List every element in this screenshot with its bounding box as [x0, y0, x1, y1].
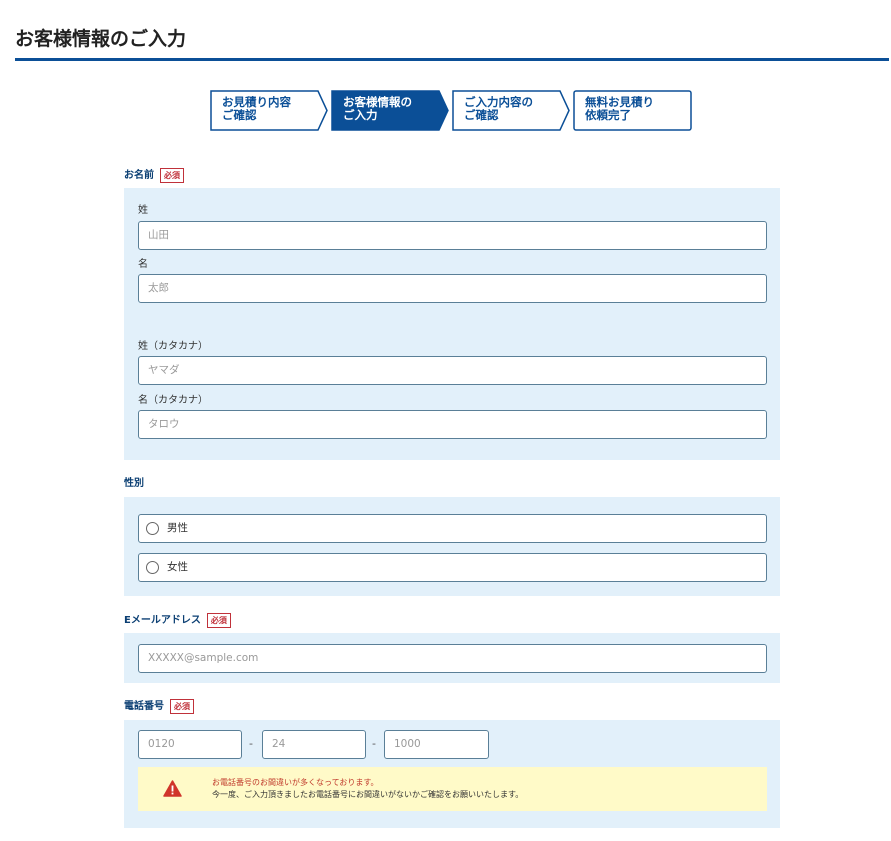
mei-kana-input[interactable]: タロウ	[138, 410, 767, 439]
phone-label: 電話番号 必須	[124, 697, 194, 714]
required-badge: 必須	[206, 612, 231, 628]
radio-icon[interactable]	[146, 522, 159, 535]
step-4: 無料お見積り 依頼完了	[573, 90, 692, 131]
radio-icon[interactable]	[146, 561, 159, 574]
sei-kana-label: 姓（カタカナ）	[138, 341, 208, 352]
gender-option-male[interactable]: 男性	[138, 514, 767, 543]
email-label: Eメールアドレス 必須	[124, 611, 231, 628]
required-badge: 必須	[160, 167, 184, 183]
phone-separator: -	[372, 737, 376, 750]
sei-input[interactable]: 山田	[138, 221, 767, 250]
email-input[interactable]: XXXXX@sample.com	[138, 644, 767, 673]
phone-input-2[interactable]: 24	[262, 730, 366, 759]
phone-warning: お電話番号のお間違いが多くなっております。 今一度、ご入力頂きましたお電話番号に…	[138, 767, 767, 811]
mei-input[interactable]: 太郎	[138, 274, 767, 303]
warning-icon	[163, 780, 182, 797]
sei-label: 姓	[138, 205, 148, 216]
required-badge: 必須	[170, 698, 194, 714]
gender-option-female[interactable]: 女性	[138, 553, 767, 582]
sei-kana-input[interactable]: ヤマダ	[138, 356, 767, 385]
name-label: お名前 必須	[124, 166, 184, 183]
step-3: ご入力内容の ご確認	[452, 90, 570, 131]
phone-separator: -	[249, 737, 253, 750]
step-2-current: お客様情報の ご入力	[331, 90, 449, 131]
step-1: お見積り内容 ご確認	[210, 90, 328, 131]
title-divider	[15, 58, 889, 61]
page-title: お客様情報のご入力	[15, 28, 187, 50]
warning-line-1: お電話番号のお間違いが多くなっております。	[212, 778, 379, 787]
gender-label: 性別	[124, 478, 144, 489]
mei-label: 名	[138, 259, 148, 270]
mei-kana-label: 名（カタカナ）	[138, 395, 208, 406]
phone-input-3[interactable]: 1000	[384, 730, 489, 759]
phone-input-1[interactable]: 0120	[138, 730, 242, 759]
warning-line-2: 今一度、ご入力頂きましたお電話番号にお間違いがないかご確認をお願いいたします。	[212, 790, 524, 799]
